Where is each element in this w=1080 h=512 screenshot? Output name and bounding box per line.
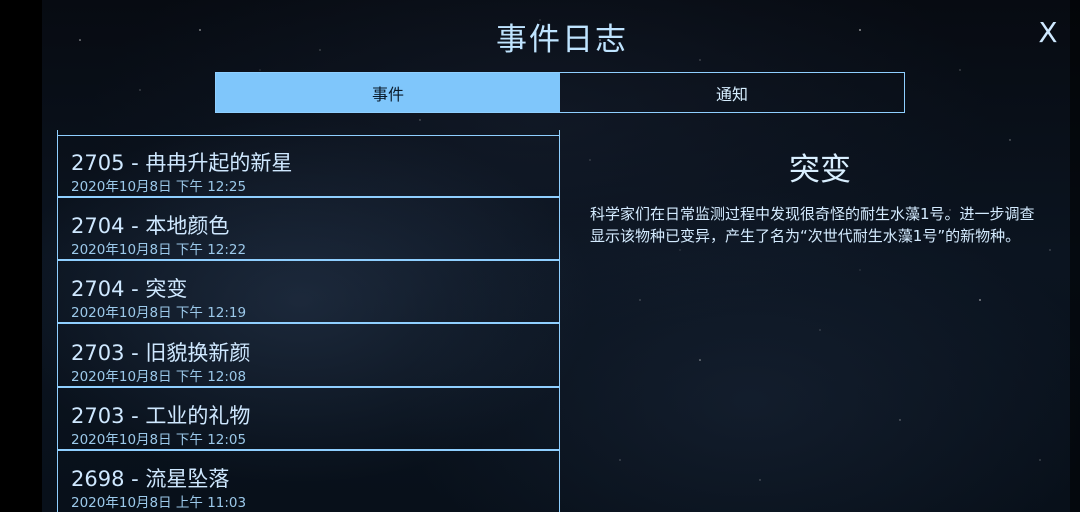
list-item[interactable]: 2703 - 工业的礼物 2020年10月8日 下午 12:05 [58,390,559,451]
event-date: 2020年10月8日 下午 12:25 [71,179,247,195]
right-edge-shade [1070,0,1080,512]
event-title: 2704 - 本地颜色 [71,214,230,238]
list-item[interactable]: 2703 - 旧貌换新颜 2020年10月8日 下午 12:08 [58,327,559,388]
event-detail-body: 科学家们在日常监测过程中发现很奇怪的耐生水藻1号。进一步调查显示该物种已变异，产… [590,205,1035,245]
event-date: 2020年10月8日 下午 12:08 [71,369,247,385]
event-date: 2020年10月8日 下午 12:05 [71,432,247,448]
list-item[interactable]: 2704 - 突变 2020年10月8日 下午 12:19 [58,263,559,324]
list-top-divider [58,135,559,136]
tab-bar: 事件 通知 [215,72,905,113]
event-title: 2703 - 工业的礼物 [71,404,251,428]
list-item[interactable]: 2705 - 冉冉升起的新星 2020年10月8日 下午 12:25 [58,137,559,198]
event-log-screen: 事件日志 X 事件 通知 2705 - 冉冉升起的新星 2020年10月8日 下… [0,0,1080,512]
event-list[interactable]: 2705 - 冉冉升起的新星 2020年10月8日 下午 12:25 2704 … [57,130,560,512]
tab-notifications[interactable]: 通知 [560,73,904,112]
event-date: 2020年10月8日 下午 12:19 [71,305,247,321]
list-item[interactable]: 2698 - 流星坠落 2020年10月8日 上午 11:03 [58,453,559,512]
event-date: 2020年10月8日 下午 12:22 [71,242,247,258]
tab-events[interactable]: 事件 [216,73,560,112]
event-title: 2703 - 旧貌换新颜 [71,341,251,365]
left-edge-shade [0,0,42,512]
close-button[interactable]: X [1033,18,1063,48]
event-detail-title: 突变 [789,152,851,188]
event-title: 2698 - 流星坠落 [71,467,230,491]
event-date: 2020年10月8日 上午 11:03 [71,495,247,511]
list-item[interactable]: 2704 - 本地颜色 2020年10月8日 下午 12:22 [58,200,559,261]
event-title: 2705 - 冉冉升起的新星 [71,151,293,175]
event-title: 2704 - 突变 [71,277,188,301]
page-title: 事件日志 [496,22,628,58]
